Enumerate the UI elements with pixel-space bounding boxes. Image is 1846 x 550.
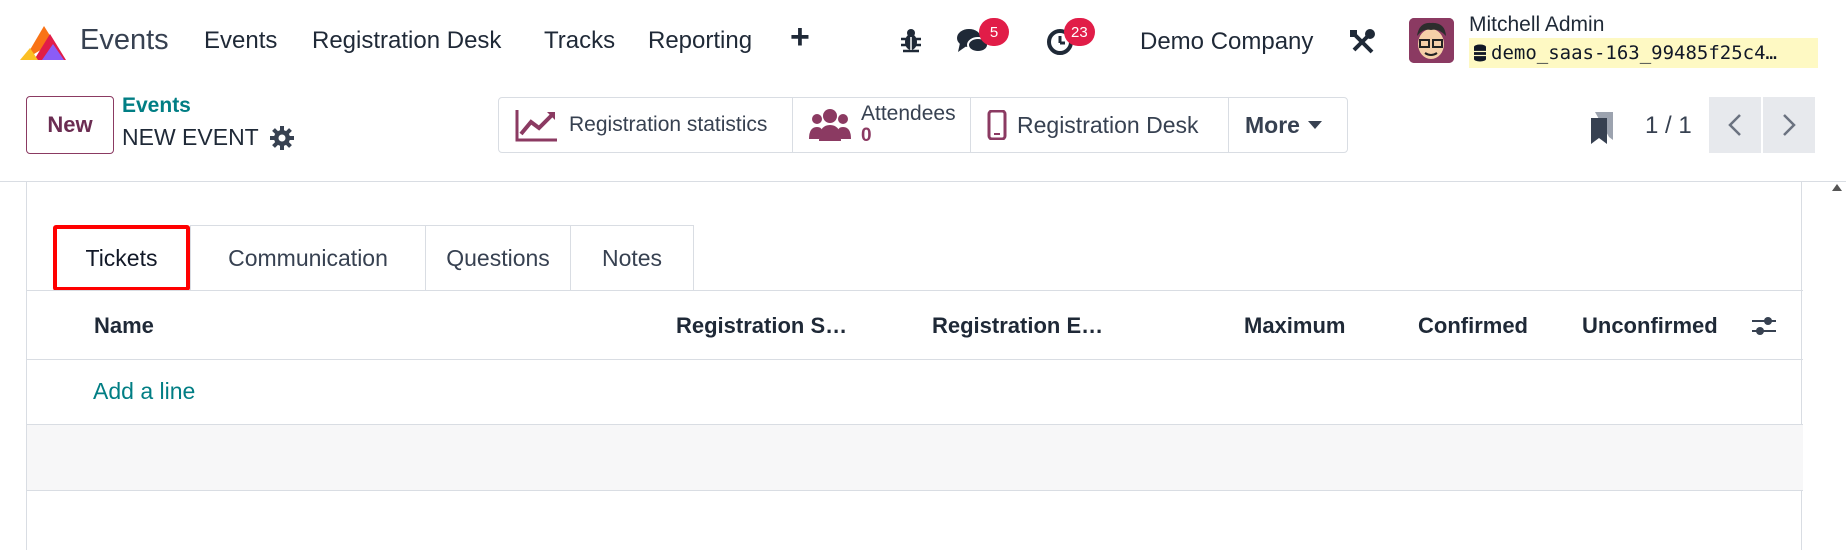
notebook-tabs: Tickets Communication Questions Notes	[53, 225, 694, 291]
column-unconfirmed[interactable]: Unconfirmed	[1582, 313, 1718, 339]
tab-tickets[interactable]: Tickets	[53, 225, 190, 291]
mobile-icon	[987, 110, 1007, 140]
company-switcher[interactable]: Demo Company	[1140, 28, 1313, 56]
app-brand[interactable]: Events	[20, 20, 169, 64]
chevron-right-icon	[1783, 114, 1796, 136]
attendees-label: Attendees	[861, 102, 956, 125]
messages-badge: 5	[979, 18, 1009, 46]
plus-icon[interactable]: +	[790, 20, 810, 54]
app-name[interactable]: Events	[80, 24, 169, 57]
tab-questions[interactable]: Questions	[425, 225, 571, 291]
database-badge: demo_saas-163_99485f25c4…	[1469, 38, 1818, 68]
attendees-count: 0	[861, 125, 872, 146]
registration-statistics-button[interactable]: Registration statistics	[499, 98, 793, 152]
top-navbar: Events Events Registration Desk Tracks R…	[0, 0, 1846, 82]
column-confirmed[interactable]: Confirmed	[1418, 313, 1528, 339]
database-name: demo_saas-163_99485f25c4…	[1491, 42, 1777, 64]
menu-events[interactable]: Events	[204, 27, 277, 55]
chevron-left-icon	[1728, 114, 1741, 136]
scrollbar-up-arrow[interactable]	[1832, 184, 1842, 191]
more-label: More	[1245, 111, 1300, 138]
attendees-button[interactable]: Attendees 0	[793, 98, 971, 152]
sliders-icon[interactable]	[1751, 313, 1777, 344]
form-sheet: Tickets Communication Questions Notes Na…	[26, 182, 1803, 550]
database-icon	[1473, 44, 1487, 62]
chart-line-icon	[515, 108, 559, 142]
registration-desk-button[interactable]: Registration Desk	[971, 98, 1229, 152]
add-a-line-link[interactable]: Add a line	[93, 378, 195, 405]
tools-icon[interactable]	[1348, 28, 1376, 61]
registration-statistics-label: Registration statistics	[569, 113, 768, 136]
pager-value[interactable]: 1 / 1	[1645, 112, 1692, 140]
more-button[interactable]: More	[1229, 98, 1347, 152]
bug-icon[interactable]	[899, 27, 923, 58]
column-registration-start[interactable]: Registration S…	[676, 313, 847, 339]
menu-registration-desk[interactable]: Registration Desk	[312, 27, 501, 55]
pager-previous-button[interactable]	[1709, 97, 1761, 153]
users-icon	[809, 107, 851, 143]
new-button[interactable]: New	[26, 96, 114, 154]
odoo-events-logo	[20, 26, 66, 60]
pager-next-button[interactable]	[1763, 97, 1815, 153]
menu-tracks[interactable]: Tracks	[544, 27, 615, 55]
table-row: Add a line	[27, 360, 1803, 425]
table-row	[27, 425, 1803, 491]
menu-reporting[interactable]: Reporting	[648, 27, 752, 55]
tab-communication[interactable]: Communication	[190, 225, 426, 291]
registration-desk-label: Registration Desk	[1017, 111, 1199, 138]
gear-icon[interactable]	[270, 126, 294, 150]
column-name[interactable]: Name	[94, 313, 154, 339]
column-registration-end[interactable]: Registration E…	[932, 313, 1103, 339]
user-name[interactable]: Mitchell Admin	[1469, 13, 1604, 37]
tab-notes[interactable]: Notes	[570, 225, 694, 291]
caret-down-icon	[1307, 121, 1322, 129]
control-panel: New Events NEW EVENT Registration statis…	[0, 82, 1846, 182]
tickets-table-header: Name Registration S… Registration E… Max…	[27, 290, 1803, 360]
column-maximum[interactable]: Maximum	[1244, 313, 1345, 339]
bookmark-icon[interactable]	[1587, 110, 1617, 151]
page-title: NEW EVENT	[122, 124, 259, 150]
breadcrumb-events[interactable]: Events	[122, 94, 191, 118]
activities-badge: 23	[1064, 18, 1095, 46]
avatar[interactable]	[1409, 18, 1454, 63]
smart-buttons: Registration statistics Attendees 0 Regi…	[498, 97, 1348, 153]
